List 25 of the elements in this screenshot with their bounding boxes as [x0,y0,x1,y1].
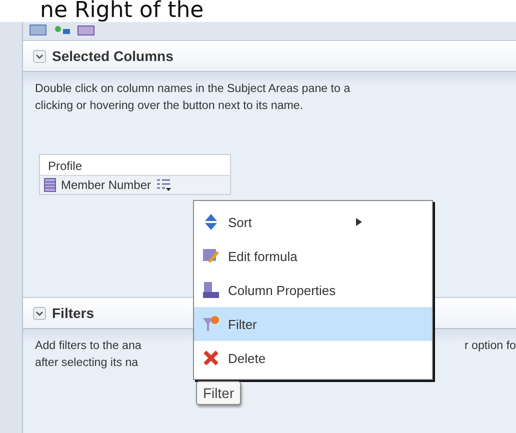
menu-item[interactable]: Edit formula [194,239,432,273]
table-icon [202,281,220,299]
funnel-icon [202,315,220,333]
grid-icon[interactable] [77,24,95,36]
instruction-text: after selecting its na [35,355,138,371]
chevron-down-icon[interactable] [33,50,46,62]
menu-item[interactable]: Sort [194,205,432,239]
tooltip: Filter [196,381,242,405]
menu-item[interactable]: Column Properties [194,273,432,307]
view-icon[interactable] [29,24,47,36]
menu-item[interactable]: Delete [194,341,432,375]
column-icon [44,178,56,192]
sort-icon [202,213,220,231]
calculator-pencil-icon [202,247,220,265]
list-menu-icon[interactable] [156,178,172,192]
slide-heading: ne Right of the [39,0,205,22]
section-title: Selected Columns [52,48,174,64]
section-title: Filters [52,305,94,321]
delete-icon [202,349,220,367]
instruction-text: Add filters to the ana [35,338,142,354]
instruction-text: clicking or hovering over the button next to its name. [35,98,304,114]
chevron-down-icon[interactable] [33,306,46,320]
instruction-text: Double click on column names in the Subject Areas pane to a [35,81,350,97]
menu-item[interactable]: Filter [194,307,432,341]
instruction-text: r option fo [464,338,516,354]
